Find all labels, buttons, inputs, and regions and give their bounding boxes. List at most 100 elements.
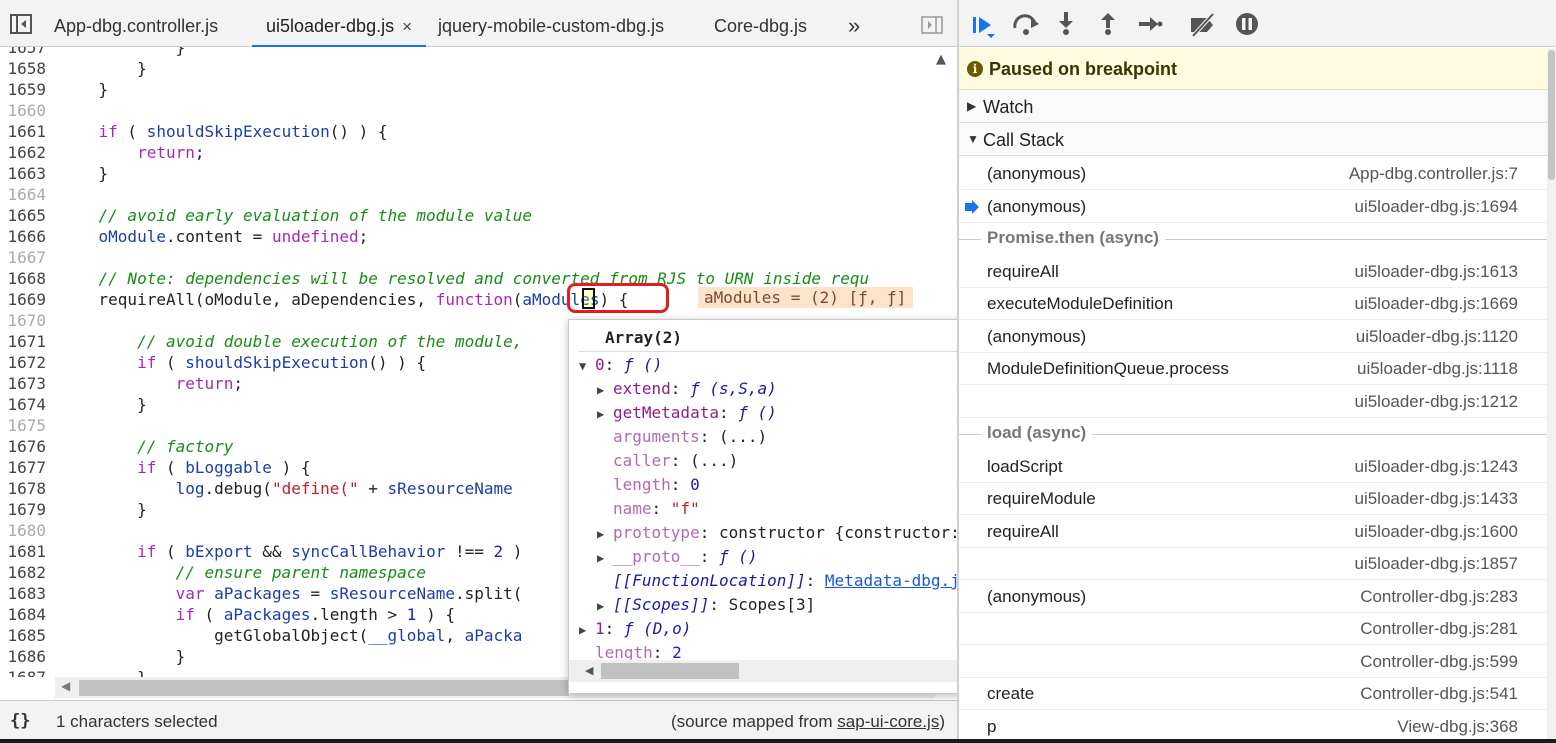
- call-frame[interactable]: p View-dbg.js:368: [959, 711, 1547, 743]
- scroll-left-arrow-icon[interactable]: ◀: [61, 679, 70, 693]
- resume-icon[interactable]: [971, 12, 997, 38]
- scroll-left-arrow-icon[interactable]: ◀: [585, 664, 593, 677]
- code-line[interactable]: 1665 // avoid early evaluation of the mo…: [0, 205, 957, 226]
- line-number[interactable]: 1659: [0, 79, 46, 100]
- frame-location[interactable]: ui5loader-dbg.js:1669: [1354, 294, 1518, 314]
- code-line[interactable]: 1668 // Note: dependencies will be resol…: [0, 268, 957, 289]
- call-frame[interactable]: Controller-dbg.js:281: [959, 613, 1547, 645]
- line-number[interactable]: 1664: [0, 184, 46, 205]
- close-tab-icon[interactable]: ×: [402, 1, 412, 53]
- line-number[interactable]: 1670: [0, 310, 46, 331]
- line-number[interactable]: 1677: [0, 457, 46, 478]
- frame-location[interactable]: ui5loader-dbg.js:1433: [1354, 489, 1518, 509]
- frame-location[interactable]: Controller-dbg.js:281: [1360, 619, 1518, 639]
- collapse-triangle-icon[interactable]: ▼: [579, 354, 595, 378]
- scrollbar-thumb[interactable]: [79, 680, 569, 696]
- line-number[interactable]: 1681: [0, 541, 46, 562]
- code-line[interactable]: 1659 }: [0, 79, 957, 100]
- expand-triangle-icon[interactable]: ▶: [597, 546, 613, 570]
- call-frame[interactable]: create Controller-dbg.js:541: [959, 678, 1547, 710]
- pause-on-exceptions-icon[interactable]: [1235, 12, 1259, 36]
- line-number[interactable]: 1663: [0, 163, 46, 184]
- sidebar-vertical-scrollbar[interactable]: [1547, 48, 1556, 743]
- line-number[interactable]: 1668: [0, 268, 46, 289]
- code-line[interactable]: 1666 oModule.content = undefined;: [0, 226, 957, 247]
- step-over-icon[interactable]: [1011, 12, 1041, 36]
- expand-triangle-icon[interactable]: ▶: [597, 402, 613, 426]
- code-line[interactable]: 1663 }: [0, 163, 957, 184]
- line-number[interactable]: 1665: [0, 205, 46, 226]
- line-number[interactable]: 1662: [0, 142, 46, 163]
- line-number[interactable]: 1658: [0, 58, 46, 79]
- call-frame[interactable]: ModuleDefinitionQueue.process ui5loader-d…: [959, 353, 1547, 385]
- call-frame[interactable]: Controller-dbg.js:599: [959, 646, 1547, 678]
- call-frame[interactable]: (anonymous) Controller-dbg.js:283: [959, 581, 1547, 613]
- frame-location[interactable]: ui5loader-dbg.js:1600: [1354, 522, 1518, 542]
- tab-core[interactable]: Core-dbg.js: [714, 0, 807, 47]
- call-frame[interactable]: requireAll ui5loader-dbg.js:1600: [959, 516, 1547, 548]
- tab-jquery-mobile[interactable]: jquery-mobile-custom-dbg.js: [438, 0, 664, 47]
- line-number[interactable]: 1679: [0, 499, 46, 520]
- code-line[interactable]: 1661 if ( shouldSkipExecution() ) {: [0, 121, 957, 142]
- frame-location[interactable]: ui5loader-dbg.js:1857: [1354, 554, 1518, 574]
- line-number[interactable]: 1676: [0, 436, 46, 457]
- toggle-debugger-icon[interactable]: [921, 16, 943, 34]
- line-number[interactable]: 1686: [0, 646, 46, 667]
- tree-property[interactable]: ▶ getMetadata: ƒ (): [597, 401, 777, 425]
- pretty-print-icon[interactable]: {}: [10, 711, 30, 731]
- line-number[interactable]: 1680: [0, 520, 46, 541]
- line-number[interactable]: 1673: [0, 373, 46, 394]
- line-number[interactable]: 1672: [0, 352, 46, 373]
- expand-triangle-icon[interactable]: ▶: [597, 378, 613, 402]
- code-line[interactable]: 1667: [0, 247, 957, 268]
- code-line[interactable]: 1658 }: [0, 58, 957, 79]
- line-number[interactable]: 1667: [0, 247, 46, 268]
- line-number[interactable]: 1684: [0, 604, 46, 625]
- step-icon[interactable]: [1139, 12, 1163, 36]
- call-frame[interactable]: (anonymous) App-dbg.controller.js:7: [959, 158, 1547, 190]
- step-into-icon[interactable]: [1057, 12, 1075, 36]
- frame-location[interactable]: ui5loader-dbg.js:1694: [1354, 197, 1518, 217]
- frame-location[interactable]: Controller-dbg.js:541: [1360, 684, 1518, 704]
- frame-location[interactable]: View-dbg.js:368: [1397, 717, 1518, 737]
- scrollbar-thumb[interactable]: [1548, 50, 1555, 180]
- line-number[interactable]: 1669: [0, 289, 46, 310]
- line-number[interactable]: 1671: [0, 331, 46, 352]
- source-map-link[interactable]: sap-ui-core.js: [837, 712, 939, 731]
- call-frame[interactable]: ui5loader-dbg.js:1212: [959, 386, 1547, 418]
- code-line[interactable]: 1664: [0, 184, 957, 205]
- section-call-stack[interactable]: ▼ Call Stack: [959, 124, 1547, 156]
- frame-location[interactable]: ui5loader-dbg.js:1613: [1354, 262, 1518, 282]
- line-number[interactable]: 1682: [0, 562, 46, 583]
- call-frame[interactable]: executeModuleDefinition ui5loader-dbg.js:…: [959, 288, 1547, 320]
- tree-property[interactable]: ▼ 0: ƒ (): [579, 353, 662, 377]
- code-line[interactable]: 1660: [0, 100, 957, 121]
- call-frame[interactable]: (anonymous) ui5loader-dbg.js:1694: [959, 191, 1547, 223]
- tree-property[interactable]: ▶ __proto__: ƒ (): [597, 545, 758, 569]
- line-number[interactable]: 1685: [0, 625, 46, 646]
- tab-app-controller[interactable]: App-dbg.controller.js: [54, 0, 218, 47]
- frame-location[interactable]: ui5loader-dbg.js:1243: [1354, 457, 1518, 477]
- step-out-icon[interactable]: [1099, 12, 1117, 36]
- line-number[interactable]: 1675: [0, 415, 46, 436]
- scroll-up-arrow-icon[interactable]: ▲: [936, 52, 946, 67]
- tab-ui5loader[interactable]: ui5loader-dbg.js ×: [252, 0, 427, 47]
- call-frame[interactable]: requireAll ui5loader-dbg.js:1613: [959, 256, 1547, 288]
- call-frame[interactable]: ui5loader-dbg.js:1857: [959, 548, 1547, 580]
- frame-location[interactable]: ui5loader-dbg.js:1120: [1356, 327, 1518, 347]
- frame-location[interactable]: ui5loader-dbg.js:1118: [1357, 359, 1518, 379]
- tree-property[interactable]: ▶ prototype: constructor {constructor: ƒ: [597, 521, 979, 545]
- line-number[interactable]: 1687: [0, 667, 46, 677]
- more-tabs-icon[interactable]: »: [848, 0, 860, 47]
- popover-horizontal-scrollbar[interactable]: ◀ ▶: [569, 660, 1005, 682]
- toggle-navigator-icon[interactable]: [10, 14, 32, 34]
- code-line[interactable]: 1657 }: [0, 47, 957, 58]
- expand-triangle-icon[interactable]: ▶: [597, 594, 613, 618]
- frame-location[interactable]: ui5loader-dbg.js:1212: [1354, 392, 1518, 412]
- tree-property[interactable]: ▶ [[Scopes]]: Scopes[3]: [597, 593, 815, 617]
- line-number[interactable]: 1666: [0, 226, 46, 247]
- tree-property[interactable]: ▶ extend: ƒ (s,S,a): [597, 377, 777, 401]
- call-frame[interactable]: requireModule ui5loader-dbg.js:1433: [959, 483, 1547, 515]
- frame-location[interactable]: Controller-dbg.js:283: [1360, 587, 1518, 607]
- code-line[interactable]: 1662 return;: [0, 142, 957, 163]
